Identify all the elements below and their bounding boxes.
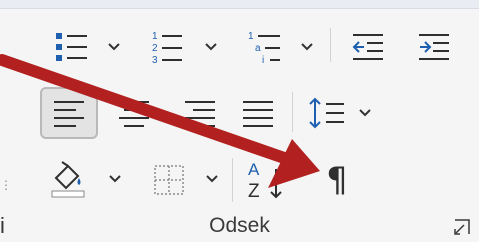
bullets-icon — [54, 28, 90, 66]
numbering-dropdown[interactable] — [204, 41, 218, 53]
multilevel-glyph-a: a — [255, 43, 261, 54]
borders-button[interactable] — [140, 153, 198, 207]
decrease-indent-icon — [351, 31, 385, 63]
multilevel-list-dropdown[interactable] — [300, 41, 314, 53]
center-button[interactable] — [106, 87, 162, 139]
bullets-dropdown[interactable] — [107, 41, 121, 53]
bullets-button[interactable] — [44, 24, 100, 70]
paint-bucket-icon — [48, 160, 88, 200]
numbering-glyph-2: 2 — [152, 43, 158, 54]
shading-button[interactable] — [40, 153, 96, 207]
increase-indent-icon — [417, 31, 451, 63]
increase-indent-button[interactable] — [410, 24, 458, 70]
align-right-icon — [183, 98, 217, 128]
multilevel-glyph-1: 1 — [248, 31, 254, 42]
align-right-button[interactable] — [172, 87, 228, 139]
show-hide-button[interactable]: ¶ — [312, 153, 362, 207]
chevron-down-icon — [206, 175, 218, 183]
multilevel-glyph-i: i — [262, 55, 264, 66]
chevron-down-icon — [359, 109, 371, 117]
ribbon-top-strip — [0, 0, 479, 9]
line-spacing-dropdown[interactable] — [358, 107, 372, 119]
pilcrow-icon: ¶ — [326, 160, 348, 200]
align-left-icon — [52, 98, 86, 128]
multilevel-list-icon: 1 a i — [244, 28, 284, 66]
sort-az-icon: A Z — [242, 157, 288, 203]
dialog-launcher-button[interactable] — [454, 219, 470, 235]
chevron-down-icon — [301, 43, 313, 51]
shading-dropdown[interactable] — [108, 173, 122, 185]
numbering-button[interactable]: 1 2 3 — [140, 24, 194, 70]
sort-glyph-z: Z — [248, 181, 260, 202]
group-label: Odsek — [209, 214, 270, 237]
numbering-glyph-1: 1 — [152, 31, 158, 42]
row2-separator — [292, 92, 293, 132]
dialog-launcher-icon — [454, 219, 470, 235]
line-spacing-icon — [308, 95, 348, 131]
justify-button[interactable] — [234, 87, 282, 139]
decrease-indent-button[interactable] — [344, 24, 392, 70]
multilevel-list-button[interactable]: 1 a i — [234, 24, 294, 70]
align-left-button[interactable] — [40, 87, 98, 139]
justify-icon — [241, 98, 275, 128]
row1-separator — [330, 28, 331, 62]
chevron-down-icon — [108, 43, 120, 51]
row3-separator — [232, 158, 233, 202]
sort-button[interactable]: A Z — [236, 153, 294, 207]
sort-glyph-a: A — [248, 160, 260, 179]
borders-dropdown[interactable] — [205, 173, 219, 185]
chevron-down-icon — [109, 175, 121, 183]
align-center-icon — [117, 98, 151, 128]
borders-icon — [149, 160, 189, 200]
line-spacing-button[interactable] — [300, 87, 356, 139]
left-edge-separator: ⋮ — [0, 178, 12, 192]
numbering-icon: 1 2 3 — [149, 28, 185, 66]
chevron-down-icon — [205, 43, 217, 51]
numbering-glyph-3: 3 — [152, 55, 158, 66]
